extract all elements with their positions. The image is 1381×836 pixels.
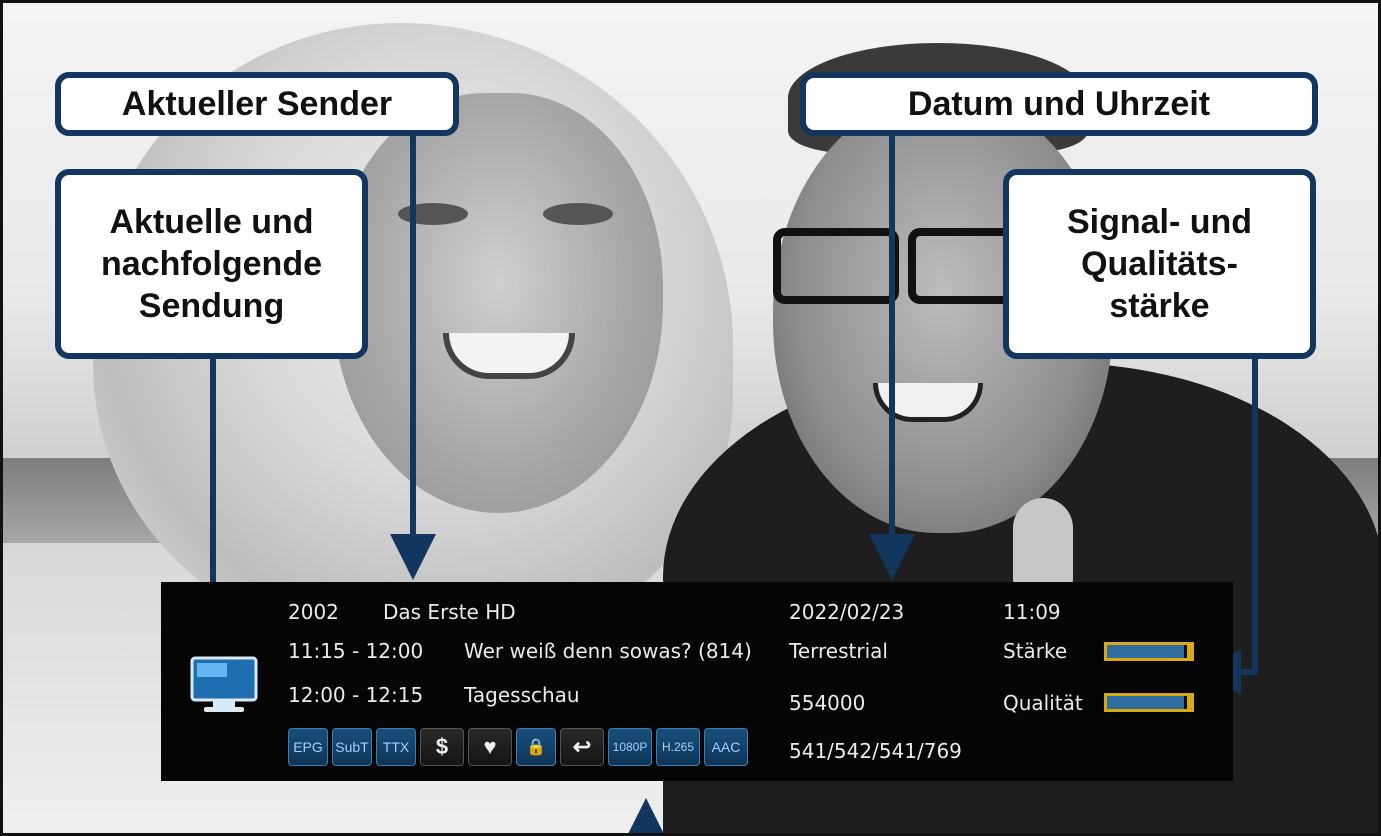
strength-bar-cap (1187, 645, 1191, 658)
subtitle-button[interactable]: SubT (332, 728, 372, 766)
frequency: 554000 (789, 691, 866, 715)
pay-tv-icon[interactable]: $ (420, 728, 464, 766)
strength-label: Stärke (1003, 639, 1068, 663)
callout-aktueller-sender: Aktueller Sender (55, 72, 459, 136)
next-time-range: 12:00 - 12:15 (288, 683, 424, 707)
callout-sendung: Aktuelle und nachfolgende Sendung (55, 169, 368, 359)
date: 2022/02/23 (789, 600, 905, 624)
lock-icon[interactable]: 🔒 (516, 728, 556, 766)
resolution-1080p-badge[interactable]: 1080P (608, 728, 652, 766)
callout-sendung-line3: Sendung (138, 287, 285, 325)
time: 11:09 (1003, 600, 1061, 624)
favorite-heart-icon[interactable]: ♥ (468, 728, 512, 766)
strength-bar (1104, 642, 1194, 661)
strength-bar-fill (1107, 645, 1185, 658)
epg-button[interactable]: EPG (288, 728, 328, 766)
channel-number: 2002 (288, 600, 339, 624)
callout-datum-uhrzeit: Datum und Uhrzeit (800, 72, 1318, 136)
quality-bar (1104, 693, 1194, 712)
arrow-head-bottom (623, 798, 669, 833)
pid-values: 541/542/541/769 (789, 739, 962, 763)
arrow-head-datum (869, 534, 915, 580)
return-arrow-icon[interactable]: ↩ (560, 728, 604, 766)
feature-button-row: EPG SubT TTX $ ♥ 🔒 ↩ 1080P H.265 AAC (288, 728, 748, 766)
codec-h265-badge[interactable]: H.265 (656, 728, 700, 766)
tv-icon (190, 656, 258, 712)
source: Terrestrial (789, 639, 888, 663)
woman-face (333, 93, 663, 513)
woman-eye-right (543, 203, 613, 225)
callout-signal-line2: Qualitäts- (1081, 245, 1238, 283)
next-program: Tagesschau (464, 683, 580, 707)
callout-signal: Signal- und Qualitäts- stärke (1003, 169, 1316, 359)
woman-eye-left (398, 203, 468, 225)
quality-label: Qualität (1003, 691, 1083, 715)
quality-bar-fill (1107, 696, 1185, 709)
teletext-button[interactable]: TTX (376, 728, 416, 766)
glasses-left-lens (773, 228, 899, 304)
callout-sendung-line1: Aktuelle und (109, 203, 314, 241)
quality-bar-cap (1187, 696, 1191, 709)
callout-aktueller-sender-text: Aktueller Sender (121, 85, 393, 123)
arrow-line-datum (889, 136, 895, 536)
callout-datum-uhrzeit-text: Datum und Uhrzeit (907, 85, 1211, 123)
callout-sendung-line2: nachfolgende (100, 245, 323, 283)
callout-signal-line1: Signal- und (1066, 203, 1253, 241)
arrow-line-signal-h (1239, 669, 1258, 675)
current-program: Wer weiß denn sowas? (814) (464, 639, 752, 663)
arrow-line-signal-v (1252, 359, 1258, 675)
callout-signal-line3: stärke (1109, 287, 1210, 325)
arrow-head-sender (390, 534, 436, 580)
screenshot-frame: Aktueller Sender Datum und Uhrzeit Aktue… (0, 0, 1381, 836)
channel-name: Das Erste HD (383, 600, 516, 624)
arrow-line-sender (410, 136, 416, 536)
current-time-range: 11:15 - 12:00 (288, 639, 424, 663)
channel-infobar: 2002 Das Erste HD 2022/02/23 11:09 11:15… (161, 582, 1233, 781)
audio-aac-badge[interactable]: AAC (704, 728, 748, 766)
